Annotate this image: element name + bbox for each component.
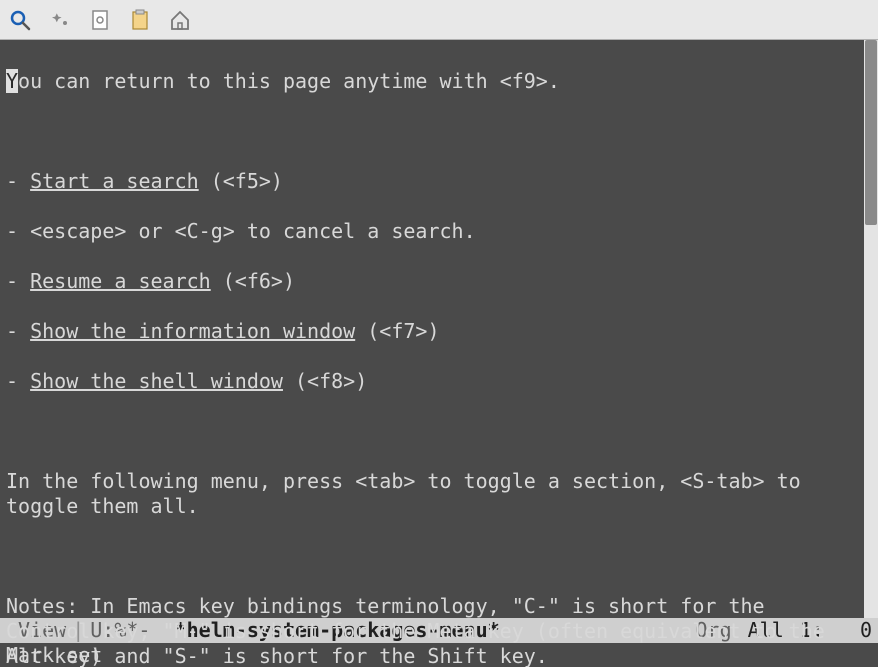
key-hint: (<f7>) (355, 319, 439, 343)
link-resume-search[interactable]: Resume a search (30, 269, 211, 293)
link-shell-window[interactable]: Show the shell window (30, 369, 283, 393)
scrollbar[interactable] (864, 40, 878, 618)
intro-text: ou can return to this page anytime with … (18, 69, 560, 93)
paragraph: Notes: In Emacs key bindings terminology… (6, 594, 858, 667)
modeline-col: 0 (860, 618, 872, 643)
clipboard-icon[interactable] (128, 8, 152, 32)
key-hint: (<f6>) (211, 269, 295, 293)
bullet: - (6, 319, 30, 343)
home-icon[interactable] (168, 8, 192, 32)
bullet: - (6, 369, 30, 393)
search-icon[interactable] (8, 8, 32, 32)
key-hint: (<f8>) (283, 369, 367, 393)
paragraph: In the following menu, press <tab> to to… (6, 469, 858, 519)
bullet: - (6, 269, 30, 293)
key-hint: (<f5>) (199, 169, 283, 193)
text-buffer[interactable]: You can return to this page anytime with… (0, 40, 864, 618)
page-icon[interactable] (88, 8, 112, 32)
editor-area: You can return to this page anytime with… (0, 40, 878, 618)
sparkle-icon[interactable] (48, 8, 72, 32)
link-info-window[interactable]: Show the information window (30, 319, 355, 343)
bullet: - (6, 219, 30, 243)
bullet: - (6, 169, 30, 193)
link-start-search[interactable]: Start a search (30, 169, 199, 193)
toolbar (0, 0, 878, 40)
scroll-thumb[interactable] (865, 40, 877, 225)
cursor: Y (6, 69, 18, 93)
plain-item: <escape> or <C-g> to cancel a search. (30, 219, 476, 243)
